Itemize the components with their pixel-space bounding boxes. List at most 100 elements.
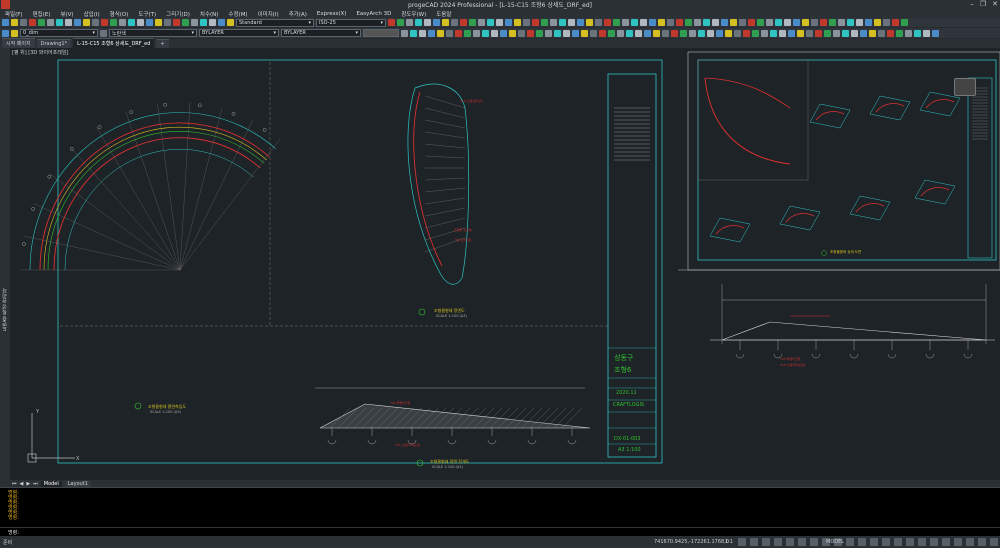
toolbar-tool-icon[interactable] (83, 19, 90, 26)
toolbar-tool-icon[interactable] (442, 19, 449, 26)
layer-select[interactable]: 0_dim ▾ (20, 29, 98, 37)
status-toggle-icon[interactable] (738, 538, 746, 546)
toolbar-tool-icon[interactable] (932, 29, 939, 37)
toolbar-tool-icon[interactable] (437, 29, 444, 37)
toolbar-tool-icon[interactable] (653, 29, 660, 37)
toolbar-tool-icon[interactable] (887, 29, 894, 37)
toolbar-tool-icon[interactable] (847, 19, 854, 26)
toolbar-tool-icon[interactable] (415, 19, 422, 26)
toolbar-tool-icon[interactable] (137, 19, 144, 26)
toolbar-tool-icon[interactable] (671, 29, 678, 37)
toolbar-tool-icon[interactable] (833, 29, 840, 37)
toolbar-tool-icon[interactable] (770, 29, 777, 37)
layer-manager-icon[interactable] (2, 29, 9, 37)
toolbar-tool-icon[interactable] (617, 29, 624, 37)
toolbar-tool-icon[interactable] (482, 29, 489, 37)
toolbar-tool-icon[interactable] (676, 19, 683, 26)
menu-item-10[interactable]: 추가(A) (284, 10, 312, 18)
toolbar-tool-icon[interactable] (509, 29, 516, 37)
tab-layout1[interactable]: Layout1 (64, 480, 91, 487)
status-toggle-icon[interactable] (786, 538, 794, 546)
toolbar-tool-icon[interactable] (500, 29, 507, 37)
toolbar-tool-icon[interactable] (815, 29, 822, 37)
menu-item-11[interactable]: Express(X) (312, 11, 352, 17)
toolbar-tool-icon[interactable] (491, 29, 498, 37)
toolbar-tool-icon[interactable] (119, 19, 126, 26)
toolbar-tool-icon[interactable] (227, 19, 234, 26)
toolbar-tool-icon[interactable] (901, 19, 908, 26)
menu-item-4[interactable]: 형식(O) (105, 10, 134, 18)
toolbar-tool-icon[interactable] (541, 19, 548, 26)
menu-item-0[interactable]: 파일(F) (0, 10, 28, 18)
toolbar-tool-icon[interactable] (752, 29, 759, 37)
layer-manager-panel-label[interactable]: 도면층 특성 관리자 (1, 288, 8, 331)
toolbar-tool-icon[interactable] (523, 19, 530, 26)
close-button[interactable]: ✕ (992, 0, 998, 8)
toolbar-tool-icon[interactable] (811, 19, 818, 26)
layer-prev-icon[interactable] (100, 29, 107, 37)
toolbar-tool-icon[interactable] (784, 19, 791, 26)
toolbar-tool-icon[interactable] (451, 19, 458, 26)
status-toggle-icon[interactable] (870, 538, 878, 546)
toolbar-tool-icon[interactable] (892, 19, 899, 26)
status-toggle-icon[interactable] (882, 538, 890, 546)
toolbar-tool-icon[interactable] (721, 19, 728, 26)
status-toggle-icon[interactable] (810, 538, 818, 546)
toolbar-tool-icon[interactable] (419, 29, 426, 37)
menu-item-12[interactable]: EasyArch 3D (351, 11, 396, 17)
toolbar-tool-icon[interactable] (146, 19, 153, 26)
toolbar-tool-icon[interactable] (667, 19, 674, 26)
toolbar-tool-icon[interactable] (209, 19, 216, 26)
toolbar-tool-icon[interactable] (716, 29, 723, 37)
toolbar-tool-icon[interactable] (505, 19, 512, 26)
toolbar-tool-icon[interactable] (92, 19, 99, 26)
toolbar-tool-icon[interactable] (644, 29, 651, 37)
toolbar-tool-icon[interactable] (536, 29, 543, 37)
menu-item-2[interactable]: 뷰(V) (55, 10, 78, 18)
toolbar-tool-icon[interactable] (20, 19, 27, 26)
menu-item-13[interactable]: 창도우(W) (396, 10, 431, 18)
tab-current-drawing[interactable]: L-15-C15 조형6 상세도_DRF_ed (73, 38, 155, 48)
toolbar-tool-icon[interactable] (446, 29, 453, 37)
toolbar-tool-icon[interactable] (2, 19, 9, 26)
status-toggle-icon[interactable] (798, 538, 806, 546)
toolbar-tool-icon[interactable] (730, 19, 737, 26)
toolbar-tool-icon[interactable] (734, 29, 741, 37)
menu-item-9[interactable]: 이미지(I) (253, 10, 284, 18)
status-toggle-icon[interactable] (906, 538, 914, 546)
toolbar-tool-icon[interactable] (856, 19, 863, 26)
linetype-select[interactable]: BYLAYER ▾ (199, 29, 279, 37)
toolbar-tool-icon[interactable] (725, 29, 732, 37)
menu-item-3[interactable]: 삽입(I) (79, 10, 105, 18)
tab-nav-last-icon[interactable]: ⏭ (33, 481, 38, 487)
toolbar-tool-icon[interactable] (707, 29, 714, 37)
status-scale[interactable]: 1:1 (725, 539, 733, 545)
viewport-label[interactable]: [평 위] [3D 와이어프레임] (12, 49, 68, 56)
toolbar-tool-icon[interactable] (455, 29, 462, 37)
toolbar-tool-icon[interactable] (761, 29, 768, 37)
toolbar-tool-icon[interactable] (218, 19, 225, 26)
toolbar-tool-icon[interactable] (797, 29, 804, 37)
toolbar-tool-icon[interactable] (128, 19, 135, 26)
toolbar-tool-icon[interactable] (622, 19, 629, 26)
toolbar-tool-icon[interactable] (11, 19, 18, 26)
toolbar-tool-icon[interactable] (428, 29, 435, 37)
menu-item-14[interactable]: 도움말 (431, 10, 456, 18)
toolbar-tool-icon[interactable] (47, 19, 54, 26)
status-mode[interactable]: MODEL (826, 539, 844, 545)
toolbar-tool-icon[interactable] (739, 19, 746, 26)
toolbar-tool-icon[interactable] (914, 29, 921, 37)
toolbar-tool-icon[interactable] (577, 19, 584, 26)
toolbar-tool-icon[interactable] (631, 19, 638, 26)
toolbar-tool-icon[interactable] (572, 29, 579, 37)
toolbar-tool-icon[interactable] (550, 19, 557, 26)
toolbar-tool-icon[interactable] (806, 29, 813, 37)
toolbar-tool-icon[interactable] (554, 29, 561, 37)
toolbar-tool-icon[interactable] (757, 19, 764, 26)
toolbar-tool-icon[interactable] (658, 19, 665, 26)
toolbar-tool-icon[interactable] (155, 19, 162, 26)
toolbar-tool-icon[interactable] (65, 19, 72, 26)
tab-nav-prev-icon[interactable]: ◀ (20, 481, 24, 487)
toolbar-tool-icon[interactable] (613, 19, 620, 26)
restore-button[interactable]: ❐ (980, 0, 986, 8)
